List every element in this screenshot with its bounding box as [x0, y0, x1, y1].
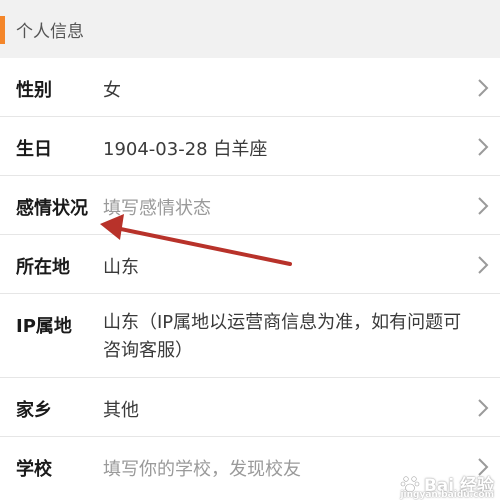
- watermark: Bai 经验 jingyan.baidu.com: [400, 471, 494, 500]
- watermark-url: jingyan.baidu.com: [400, 490, 494, 500]
- row-gender[interactable]: 性别 女: [0, 58, 500, 117]
- row-value: 山东（IP属地以运营商信息为准，如有问题可咨询客服）: [103, 312, 462, 361]
- row-ip-location: IP属地 山东（IP属地以运营商信息为准，如有问题可咨询客服）: [0, 294, 500, 378]
- row-hometown[interactable]: 家乡 其他: [0, 378, 500, 437]
- chevron-right-icon: [478, 79, 489, 97]
- row-label: 所在地: [16, 257, 70, 278]
- section-title: 个人信息: [16, 21, 84, 42]
- row-value: 女: [103, 80, 121, 101]
- row-value: 山东: [103, 257, 139, 278]
- chevron-right-icon: [478, 256, 489, 274]
- row-value: 填写感情状态: [103, 198, 211, 219]
- row-label: 学校: [16, 459, 52, 480]
- row-value: 其他: [103, 400, 139, 421]
- section-accent-bar: [0, 16, 5, 44]
- row-label: 感情状况: [16, 198, 88, 219]
- row-location[interactable]: 所在地 山东: [0, 235, 500, 294]
- row-label: IP属地: [16, 316, 72, 337]
- chevron-right-icon: [478, 138, 489, 156]
- row-relationship[interactable]: 感情状况 填写感情状态: [0, 176, 500, 235]
- row-label: 生日: [16, 139, 52, 160]
- chevron-right-icon: [478, 399, 489, 417]
- row-value: 填写你的学校，发现校友: [103, 459, 301, 480]
- row-value: 1904-03-28 白羊座: [103, 139, 268, 160]
- chevron-right-icon: [478, 197, 489, 215]
- row-birthday[interactable]: 生日 1904-03-28 白羊座: [0, 117, 500, 176]
- row-label: 家乡: [16, 400, 52, 421]
- row-label: 性别: [16, 80, 52, 101]
- section-header: 个人信息: [0, 0, 500, 58]
